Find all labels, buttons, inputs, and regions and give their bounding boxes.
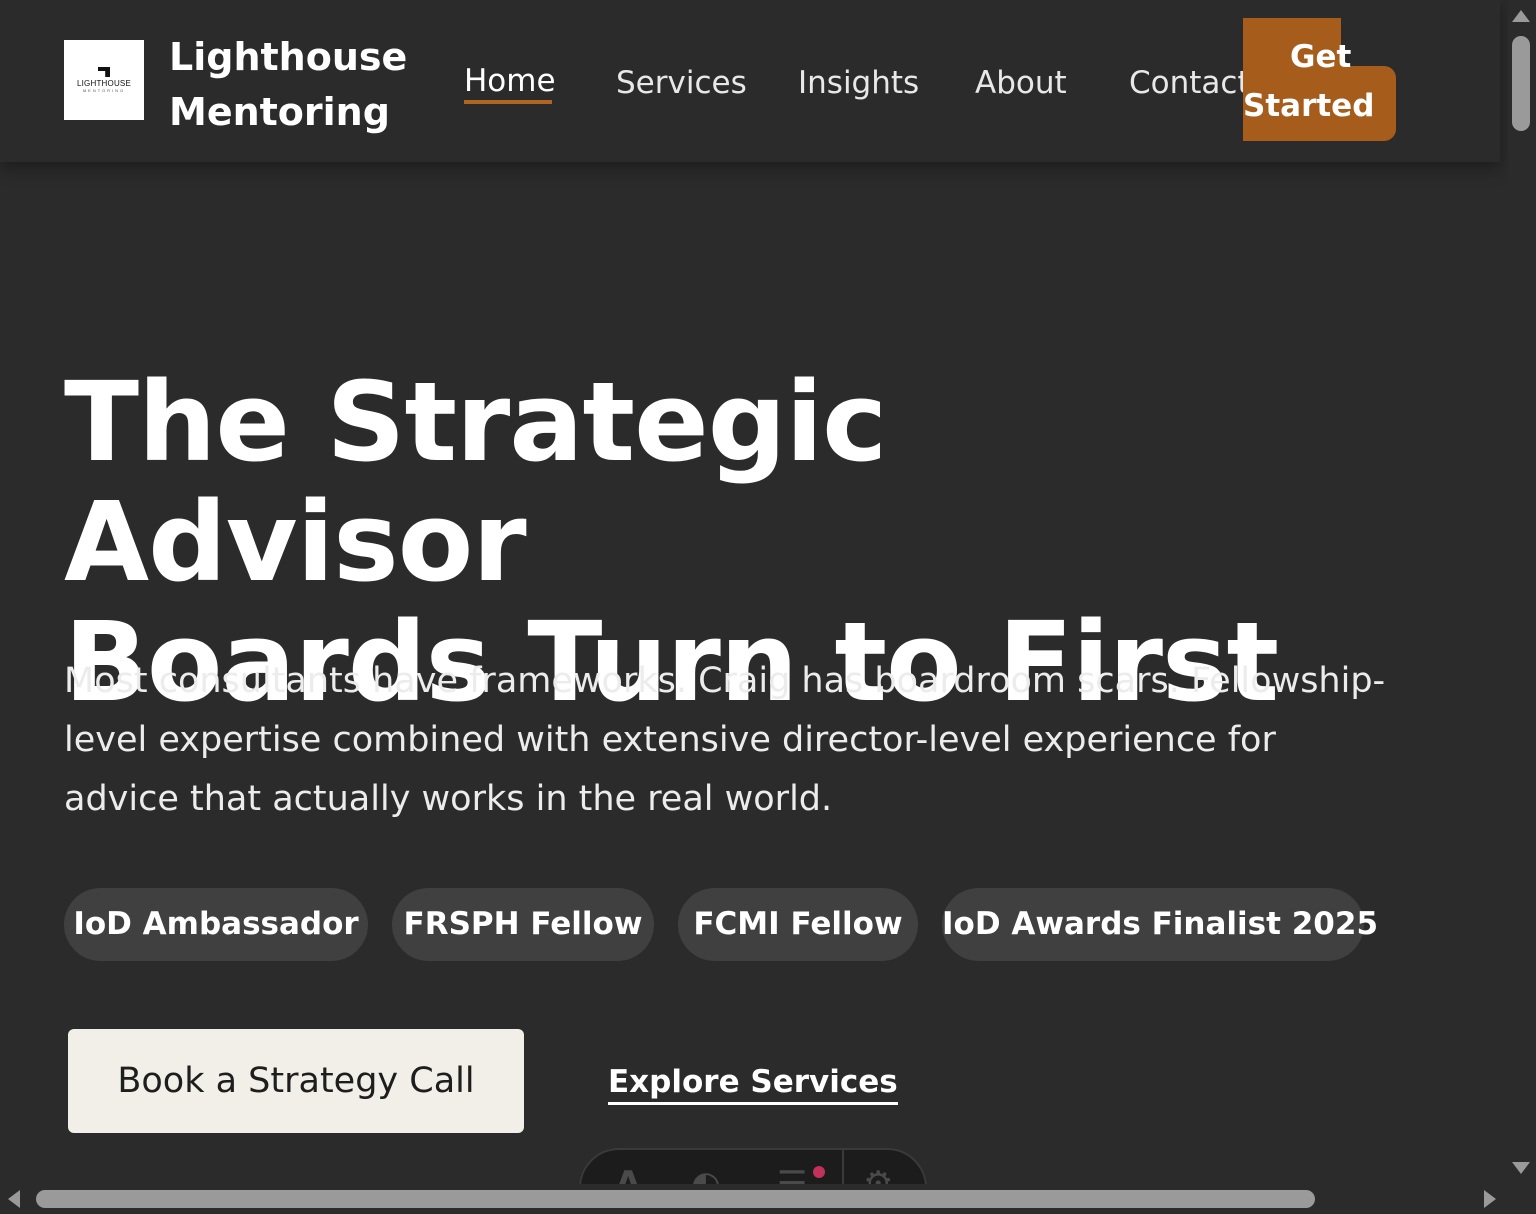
brand-name-line2: Mentoring [169,90,390,134]
scroll-left-arrow-icon[interactable] [8,1190,20,1208]
settings-icon[interactable]: ⚙ [863,1164,893,1184]
logo-text: LIGHTHOUSE [76,79,131,88]
active-nav-indicator [464,100,552,104]
nav-services[interactable]: Services [616,62,747,104]
get-started-button[interactable] [1243,18,1396,141]
vertical-scrollbar-track[interactable] [1508,0,1536,1184]
scroll-up-arrow-icon[interactable] [1512,10,1530,22]
lighthouse-icon [98,67,110,77]
nav-insights[interactable]: Insights [798,62,919,104]
site-header: LIGHTHOUSE MENTORING Lighthouse Mentorin… [0,0,1500,162]
badge-frsph-fellow: FRSPH Fellow [392,888,654,961]
notification-dot [813,1166,825,1178]
badge-iod-ambassador: IoD Ambassador [64,888,368,961]
scroll-right-arrow-icon[interactable] [1484,1190,1496,1208]
contrast-icon[interactable]: ◐ [691,1164,721,1184]
brand-name[interactable]: Lighthouse Mentoring [169,30,429,140]
book-strategy-call-button[interactable]: Book a Strategy Call [68,1029,524,1133]
badge-iod-awards-finalist: IoD Awards Finalist 2025 [942,888,1378,961]
vertical-scrollbar-thumb[interactable] [1512,36,1530,131]
scroll-down-arrow-icon[interactable] [1512,1162,1530,1174]
nav-home[interactable]: Home [464,60,556,102]
badge-fcmi-fellow: FCMI Fellow [678,888,918,961]
nav-about[interactable]: About [975,62,1067,104]
site-logo[interactable]: LIGHTHOUSE MENTORING [64,40,144,120]
accessibility-toolbar: A ◐ ☰ ⚙ [579,1148,927,1184]
explore-services-link[interactable]: Explore Services [608,1062,898,1105]
horizontal-scrollbar-thumb[interactable] [36,1190,1315,1208]
hero-description: Most consultants have frameworks. Craig … [64,661,1386,819]
brand-name-line1: Lighthouse [169,35,408,79]
page-viewport: LIGHTHOUSE MENTORING Lighthouse Mentorin… [0,0,1508,1184]
adjust-icon[interactable]: ☰ [777,1164,807,1184]
toolbar-divider [842,1150,844,1184]
logo-subtext: MENTORING [82,88,126,93]
hero-title-line1: The Strategic Advisor [64,358,887,606]
text-size-icon[interactable]: A [615,1164,641,1184]
nav-contact[interactable]: Contact [1129,62,1250,104]
